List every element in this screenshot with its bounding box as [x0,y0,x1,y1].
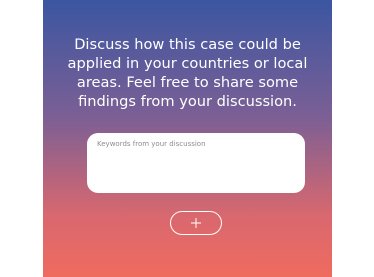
plus-icon [191,218,201,228]
add-button[interactable] [170,211,222,235]
discussion-prompt: Discuss how this case could be applied i… [67,36,308,110]
discussion-card: Discuss how this case could be applied i… [43,0,332,277]
keywords-input[interactable] [87,133,305,193]
